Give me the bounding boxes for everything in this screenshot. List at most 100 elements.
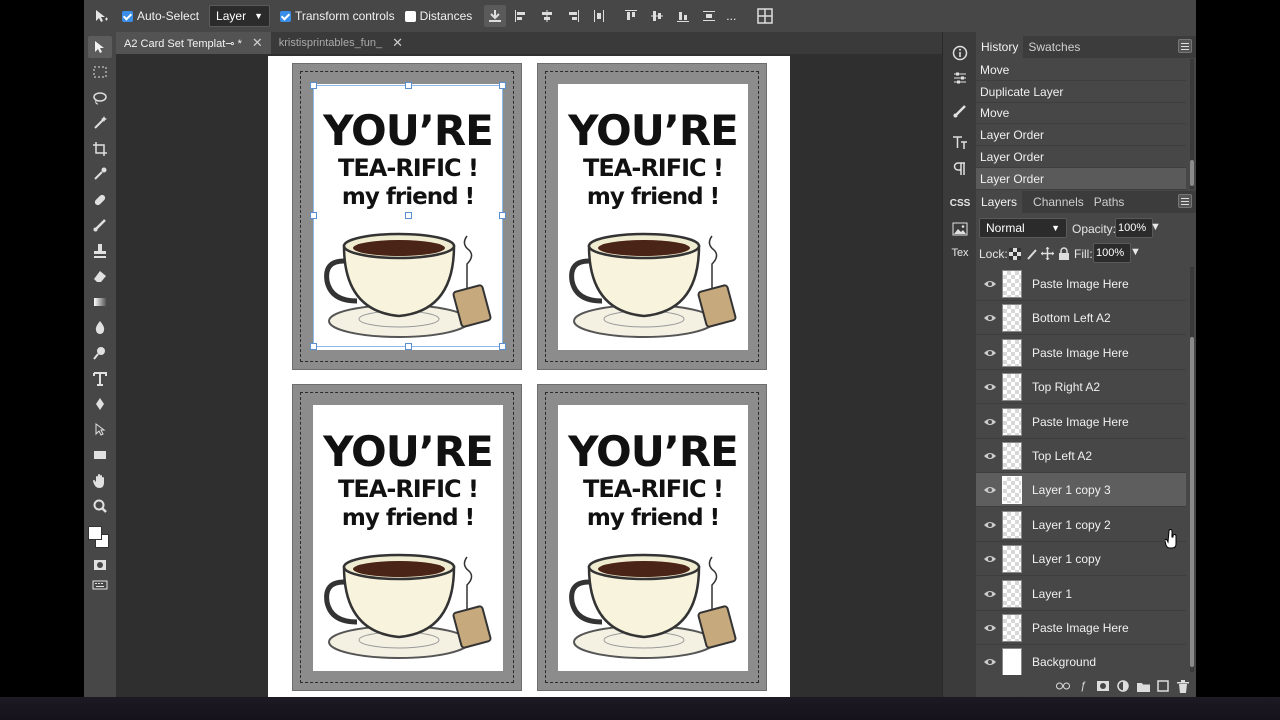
css-panel-icon[interactable]: CSS [948, 192, 972, 214]
tab-paths[interactable]: Paths [1089, 191, 1130, 213]
color-swatches[interactable] [87, 524, 113, 552]
document-page[interactable]: YOU’RE TEA-RIFIC ! my friend ! YOU’RE TE… [268, 56, 790, 697]
marquee-tool[interactable] [88, 61, 112, 83]
quick-mask-icon[interactable] [88, 554, 112, 576]
document-tab-a2-card-set[interactable]: A2 Card Set Templat⊸ * ✕ [116, 32, 271, 54]
tab-history[interactable]: History [976, 36, 1024, 58]
align-middle-icon[interactable] [646, 5, 668, 27]
fill-input[interactable]: 100% [1093, 243, 1131, 263]
opacity-input[interactable]: 100% [1115, 218, 1153, 238]
layer-row[interactable]: Layer 1 copy 2 [976, 508, 1186, 542]
blur-tool[interactable] [88, 316, 112, 338]
adjustment-icon[interactable] [1116, 679, 1130, 693]
history-scroll-thumb[interactable] [1190, 160, 1194, 186]
transform-selection-box[interactable] [310, 82, 506, 350]
tex-panel-icon[interactable]: Tex [948, 242, 972, 264]
tab-swatches[interactable]: Swatches [1023, 36, 1085, 58]
layer-row[interactable]: Paste Image Here [976, 267, 1186, 301]
layers-scroll-thumb[interactable] [1190, 337, 1194, 667]
transform-handle[interactable] [405, 82, 412, 89]
lock-all-icon[interactable] [1058, 247, 1070, 263]
history-item[interactable]: Move [976, 59, 1186, 81]
layer-row-selected[interactable]: Layer 1 copy 3 [976, 473, 1186, 507]
adjustments-icon[interactable] [948, 67, 972, 89]
fill-dropdown-icon[interactable]: ▼ [1130, 246, 1141, 258]
lasso-tool[interactable] [88, 87, 112, 109]
grid-icon[interactable] [754, 5, 776, 27]
card-top-right[interactable]: YOU’RE TEA-RIFIC ! my friend ! [537, 63, 767, 370]
lock-pixels-icon[interactable] [1026, 248, 1038, 263]
healing-brush-tool[interactable] [88, 189, 112, 211]
close-icon[interactable]: ✕ [392, 35, 403, 51]
auto-select-checkbox[interactable]: Auto-Select [122, 9, 199, 23]
visibility-eye-icon[interactable] [978, 554, 1002, 564]
transform-handle[interactable] [499, 82, 506, 89]
card-bottom-left[interactable]: YOU’RE TEA-RIFIC ! my friend ! [292, 384, 522, 691]
download-icon[interactable] [484, 5, 507, 27]
visibility-eye-icon[interactable] [978, 657, 1002, 667]
distribute-horizontal-icon[interactable] [588, 5, 610, 27]
transform-handle[interactable] [405, 343, 412, 350]
layer-row[interactable]: Background [976, 645, 1186, 679]
layer-row[interactable]: Bottom Left A2 [976, 301, 1186, 335]
layer-row[interactable]: Paste Image Here [976, 611, 1186, 645]
card-bottom-right[interactable]: YOU’RE TEA-RIFIC ! my friend ! [537, 384, 767, 691]
transform-handle[interactable] [405, 212, 412, 219]
link-icon[interactable] [1056, 679, 1070, 693]
character-icon[interactable] [948, 132, 972, 154]
move-tool[interactable] [88, 36, 112, 58]
magic-wand-tool[interactable] [88, 112, 112, 134]
history-item[interactable]: Duplicate Layer [976, 81, 1186, 103]
layer-row[interactable]: Layer 1 [976, 577, 1186, 611]
transform-handle[interactable] [499, 343, 506, 350]
info-icon[interactable] [948, 42, 972, 64]
layer-row[interactable]: Top Right A2 [976, 370, 1186, 404]
history-item[interactable]: Move [976, 102, 1186, 124]
brush-tool[interactable] [88, 214, 112, 236]
more-options[interactable]: ... [726, 9, 736, 23]
opacity-dropdown-icon[interactable]: ▼ [1150, 221, 1161, 233]
panel-menu-icon[interactable] [1178, 194, 1192, 208]
lock-transparency-icon[interactable] [1009, 248, 1021, 263]
align-center-icon[interactable] [536, 5, 558, 27]
align-bottom-icon[interactable] [672, 5, 694, 27]
transform-handle[interactable] [310, 343, 317, 350]
pen-tool[interactable] [88, 393, 112, 415]
visibility-eye-icon[interactable] [978, 451, 1002, 461]
zoom-tool[interactable] [88, 495, 112, 517]
target-select[interactable]: Layer ▼ [209, 5, 270, 27]
eraser-tool[interactable] [88, 265, 112, 287]
visibility-eye-icon[interactable] [978, 279, 1002, 289]
lock-position-icon[interactable] [1041, 247, 1054, 263]
transform-handle[interactable] [310, 82, 317, 89]
path-select-tool[interactable] [88, 419, 112, 441]
visibility-eye-icon[interactable] [978, 313, 1002, 323]
layer-row[interactable]: Paste Image Here [976, 405, 1186, 439]
canvas-area[interactable]: YOU’RE TEA-RIFIC ! my friend ! YOU’RE TE… [116, 54, 942, 697]
tab-channels[interactable]: Channels [1028, 191, 1089, 213]
blend-mode-select[interactable]: Normal ▼ [979, 218, 1067, 238]
visibility-eye-icon[interactable] [978, 348, 1002, 358]
layer-row[interactable]: Paste Image Here [976, 336, 1186, 370]
distances-checkbox[interactable]: Distances [404, 9, 472, 23]
rectangle-tool[interactable] [88, 444, 112, 466]
keyboard-icon[interactable] [88, 574, 112, 596]
layer-row[interactable]: Top Left A2 [976, 439, 1186, 473]
visibility-eye-icon[interactable] [978, 520, 1002, 530]
foreground-color-swatch[interactable] [88, 526, 102, 540]
transform-controls-check-icon[interactable] [280, 10, 291, 22]
distances-check-icon[interactable] [404, 10, 416, 22]
type-tool[interactable] [88, 368, 112, 390]
transform-handle[interactable] [499, 212, 506, 219]
history-item[interactable]: Layer Order [976, 124, 1186, 146]
distribute-vertical-icon[interactable] [698, 5, 720, 27]
clone-stamp-tool[interactable] [88, 240, 112, 262]
auto-select-check-icon[interactable] [122, 10, 133, 22]
panel-menu-icon[interactable] [1178, 39, 1192, 53]
document-tab-kristisprintables[interactable]: kristisprintables_fun_ ✕ [271, 32, 411, 54]
folder-icon[interactable] [1136, 679, 1150, 693]
image-icon[interactable] [948, 218, 972, 240]
tab-layers[interactable]: Layers [976, 191, 1023, 213]
gradient-tool[interactable] [88, 291, 112, 313]
brush-settings-icon[interactable] [948, 100, 972, 122]
